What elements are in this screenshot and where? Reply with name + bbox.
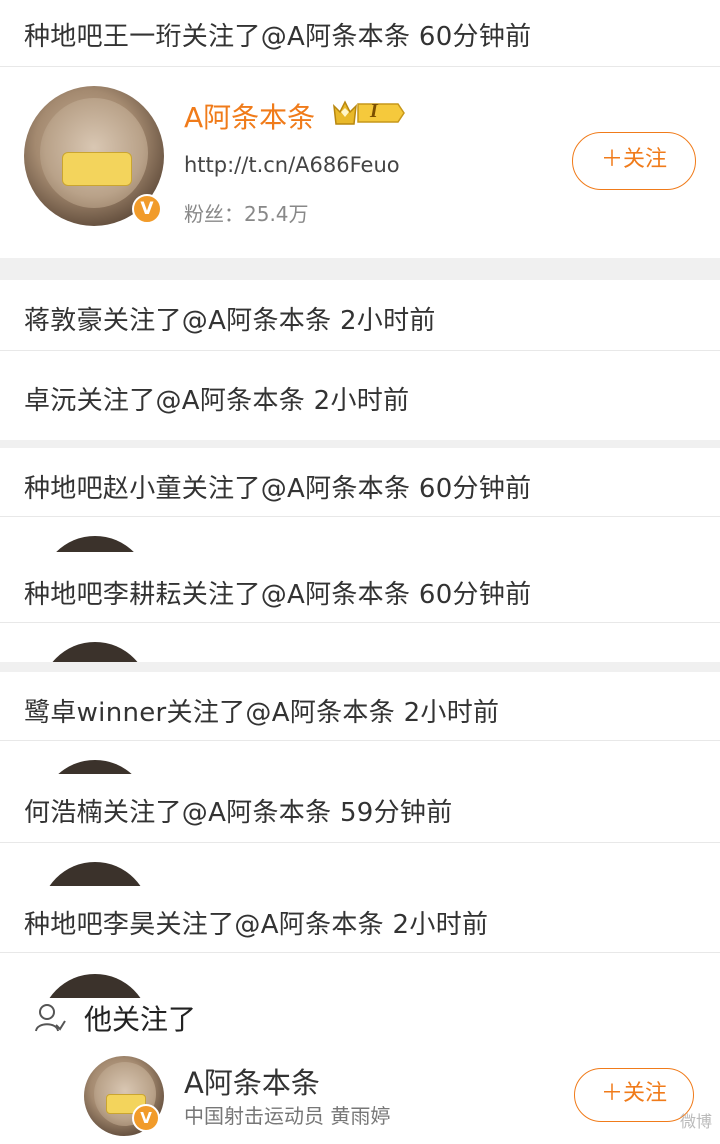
follow-card-2: 蒋敦豪关注了@A阿条本条 2小时前 卓沅关注了@A阿条本条 2小时前 <box>0 280 720 440</box>
avatar[interactable] <box>40 536 150 552</box>
divider <box>0 516 720 517</box>
avatar[interactable] <box>40 862 150 886</box>
verified-icon: V <box>132 194 162 224</box>
follow-notice: 鹭卓winner关注了@A阿条本条 2小时前 <box>24 698 500 728</box>
follow-notice: 何浩楠关注了@A阿条本条 59分钟前 <box>24 798 453 828</box>
follow-card-6: 何浩楠关注了@A阿条本条 59分钟前 <box>0 774 720 886</box>
divider <box>0 350 720 351</box>
following-user-name[interactable]: A阿条本条 <box>184 1060 320 1102</box>
divider <box>0 66 720 67</box>
follow-card-1: 种地吧王一珩关注了@A阿条本条 60分钟前 V A阿条本条 I http://t… <box>0 0 720 258</box>
verified-icon: V <box>132 1104 160 1132</box>
avatar[interactable] <box>40 974 150 998</box>
follow-card-3: 种地吧赵小童关注了@A阿条本条 60分钟前 <box>0 448 720 552</box>
divider <box>0 622 720 623</box>
follow-notice: 卓沅关注了@A阿条本条 2小时前 <box>24 386 410 416</box>
person-icon <box>35 1004 66 1032</box>
following-user-bio: 中国射击运动员 黄雨婷 <box>184 1104 391 1128</box>
follow-notice: 种地吧赵小童关注了@A阿条本条 60分钟前 <box>24 474 532 504</box>
follow-notice: 蒋敦豪关注了@A阿条本条 2小时前 <box>24 306 436 336</box>
follow-card-7: 种地吧李昊关注了@A阿条本条 2小时前 <box>0 886 720 998</box>
divider <box>0 842 720 843</box>
following-title: 他关注了 <box>84 1003 197 1036</box>
fans-label: 粉丝： <box>184 202 244 226</box>
follow-notice: 种地吧王一珩关注了@A阿条本条 60分钟前 <box>24 22 532 52</box>
profile-link[interactable]: http://t.cn/A686Feuo <box>184 153 400 177</box>
follow-button[interactable]: ＋关注 <box>572 132 696 190</box>
follow-card-4: 种地吧李耕耘关注了@A阿条本条 60分钟前 <box>0 552 720 662</box>
watermark: 微博 <box>679 1112 712 1131</box>
avatar[interactable] <box>40 642 150 662</box>
crown-level-icon <box>333 100 405 125</box>
follow-button[interactable]: ＋关注 <box>574 1068 694 1122</box>
fans-count: 25.4万 <box>244 202 309 226</box>
fans-info: 粉丝：25.4万 <box>184 198 309 227</box>
section-gap <box>0 440 720 448</box>
follow-notice: 种地吧李昊关注了@A阿条本条 2小时前 <box>24 910 489 940</box>
section-gap <box>0 258 720 280</box>
avatar-mask <box>62 152 132 186</box>
divider <box>0 740 720 741</box>
divider <box>0 952 720 953</box>
profile-name[interactable]: A阿条本条 <box>184 96 315 136</box>
follow-notice: 种地吧李耕耘关注了@A阿条本条 60分钟前 <box>24 580 532 610</box>
level-badge: I <box>370 100 378 122</box>
follow-card-5: 鹭卓winner关注了@A阿条本条 2小时前 <box>0 672 720 774</box>
section-gap <box>0 662 720 672</box>
avatar[interactable] <box>40 760 150 774</box>
